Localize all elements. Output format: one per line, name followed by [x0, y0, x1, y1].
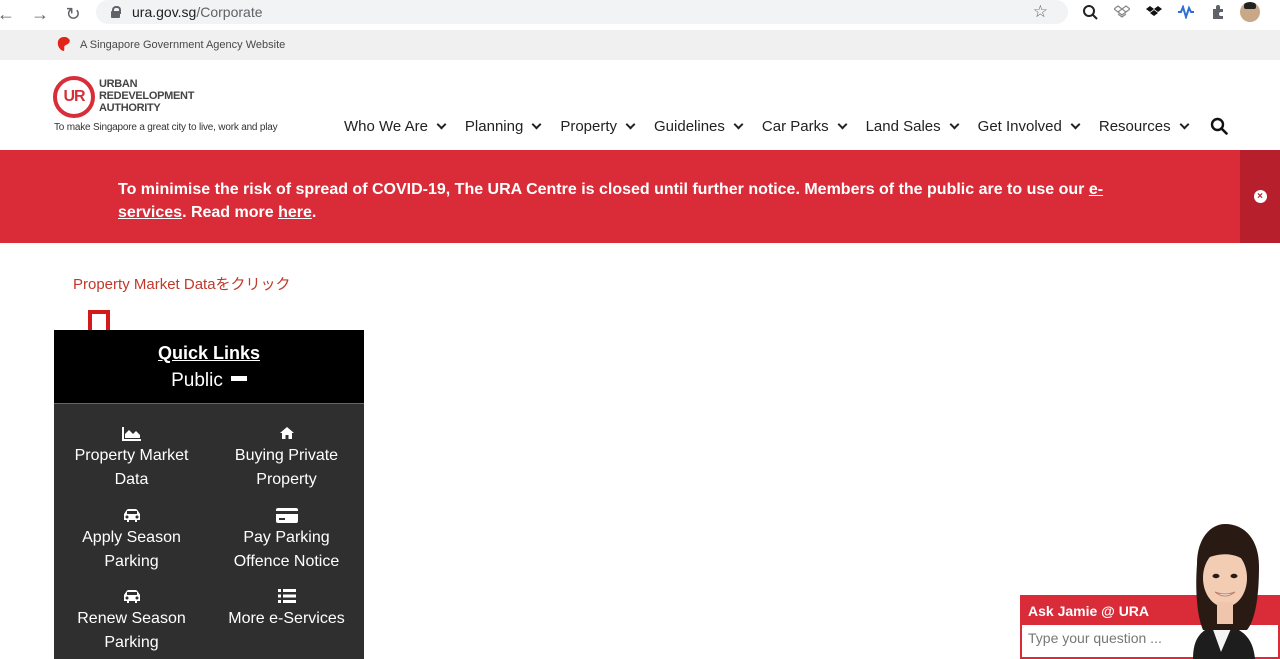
area-chart-icon: [54, 422, 209, 444]
profile-avatar-icon[interactable]: [1240, 2, 1260, 22]
chevron-down-icon: [531, 119, 542, 130]
chevron-down-icon: [1179, 119, 1190, 130]
nav-get-involved[interactable]: Get Involved: [978, 118, 1081, 135]
close-icon: ×: [1253, 190, 1267, 203]
nav-planning[interactable]: Planning: [465, 118, 542, 135]
puzzle-extensions-icon[interactable]: [1208, 2, 1228, 22]
chevron-down-icon: [436, 119, 447, 130]
quick-links-panel: Property Market Data Buying Private Prop…: [54, 403, 364, 659]
browser-toolbar: ← → ↻ ura.gov.sg/Corporate ☆: [0, 0, 1280, 30]
car-icon: [54, 504, 209, 526]
dropbox-icon[interactable]: [1144, 2, 1164, 22]
site-header: UR URBAN REDEVELOPMENT AUTHORITY To make…: [0, 60, 1280, 150]
nav-property[interactable]: Property: [560, 118, 636, 135]
quick-links-section-toggle[interactable]: Public: [54, 370, 364, 392]
nav-car-parks[interactable]: Car Parks: [762, 118, 848, 135]
covid-notice-text: To minimise the risk of spread of COVID-…: [118, 181, 1104, 221]
quick-link-more-e-services[interactable]: More e-Services: [209, 585, 364, 631]
chat-question-input[interactable]: [1022, 625, 1172, 651]
quick-link-renew-season-parking[interactable]: Renew Season Parking: [54, 585, 209, 655]
car-icon: [54, 585, 209, 607]
chevron-down-icon: [625, 119, 636, 130]
main-nav: Who We Are Planning Property Guidelines …: [344, 118, 1208, 135]
reload-icon[interactable]: ↻: [59, 2, 87, 26]
bookmark-star-icon[interactable]: ☆: [1033, 2, 1048, 22]
quick-link-apply-season-parking[interactable]: Apply Season Parking: [54, 504, 209, 574]
chevron-down-icon: [1070, 119, 1081, 130]
lion-head-icon: [57, 37, 70, 51]
waveform-extension-icon[interactable]: [1176, 2, 1196, 22]
forward-icon[interactable]: →: [26, 2, 54, 26]
list-icon: [209, 585, 364, 607]
quick-link-property-market-data[interactable]: Property Market Data: [54, 422, 209, 492]
covid-notice-banner: To minimise the risk of spread of COVID-…: [0, 150, 1280, 243]
dropbox-outline-icon[interactable]: [1112, 2, 1132, 22]
nav-who-we-are[interactable]: Who We Are: [344, 118, 447, 135]
credit-card-icon: [209, 504, 364, 526]
lens-extension-icon[interactable]: [1080, 2, 1100, 22]
lock-icon: [110, 6, 121, 18]
nav-guidelines[interactable]: Guidelines: [654, 118, 744, 135]
ura-logo[interactable]: UR: [53, 76, 95, 118]
search-icon[interactable]: [1210, 117, 1228, 135]
jamie-avatar: [1193, 524, 1259, 659]
quick-link-pay-parking-offence-notice[interactable]: Pay Parking Offence Notice: [209, 504, 364, 574]
quick-links-title[interactable]: Quick Links: [54, 343, 364, 364]
chevron-down-icon: [733, 119, 744, 130]
read-more-here-link[interactable]: here: [278, 204, 312, 221]
close-notice-button[interactable]: ×: [1240, 150, 1280, 243]
back-icon[interactable]: ←: [0, 2, 20, 26]
nav-land-sales[interactable]: Land Sales: [866, 118, 960, 135]
quick-links-header: Quick Links Public: [54, 330, 364, 403]
extension-icons: [1080, 2, 1260, 22]
quick-link-buying-private-property[interactable]: Buying Private Property: [209, 422, 364, 492]
chevron-down-icon: [949, 119, 960, 130]
logo-wordmark[interactable]: URBAN REDEVELOPMENT AUTHORITY: [99, 78, 194, 114]
annotation-text: Property Market Dataをクリック: [73, 276, 291, 293]
url-text: ura.gov.sg/Corporate: [132, 4, 263, 20]
address-bar[interactable]: ura.gov.sg/Corporate ☆: [96, 0, 1068, 24]
nav-resources[interactable]: Resources: [1099, 118, 1190, 135]
minus-icon: [230, 376, 247, 382]
gov-banner-text: A Singapore Government Agency Website: [80, 39, 286, 51]
chevron-down-icon: [837, 119, 848, 130]
home-icon: [209, 422, 364, 444]
gov-banner: A Singapore Government Agency Website: [0, 30, 1280, 60]
logo-tagline: To make Singapore a great city to live, …: [54, 122, 278, 133]
